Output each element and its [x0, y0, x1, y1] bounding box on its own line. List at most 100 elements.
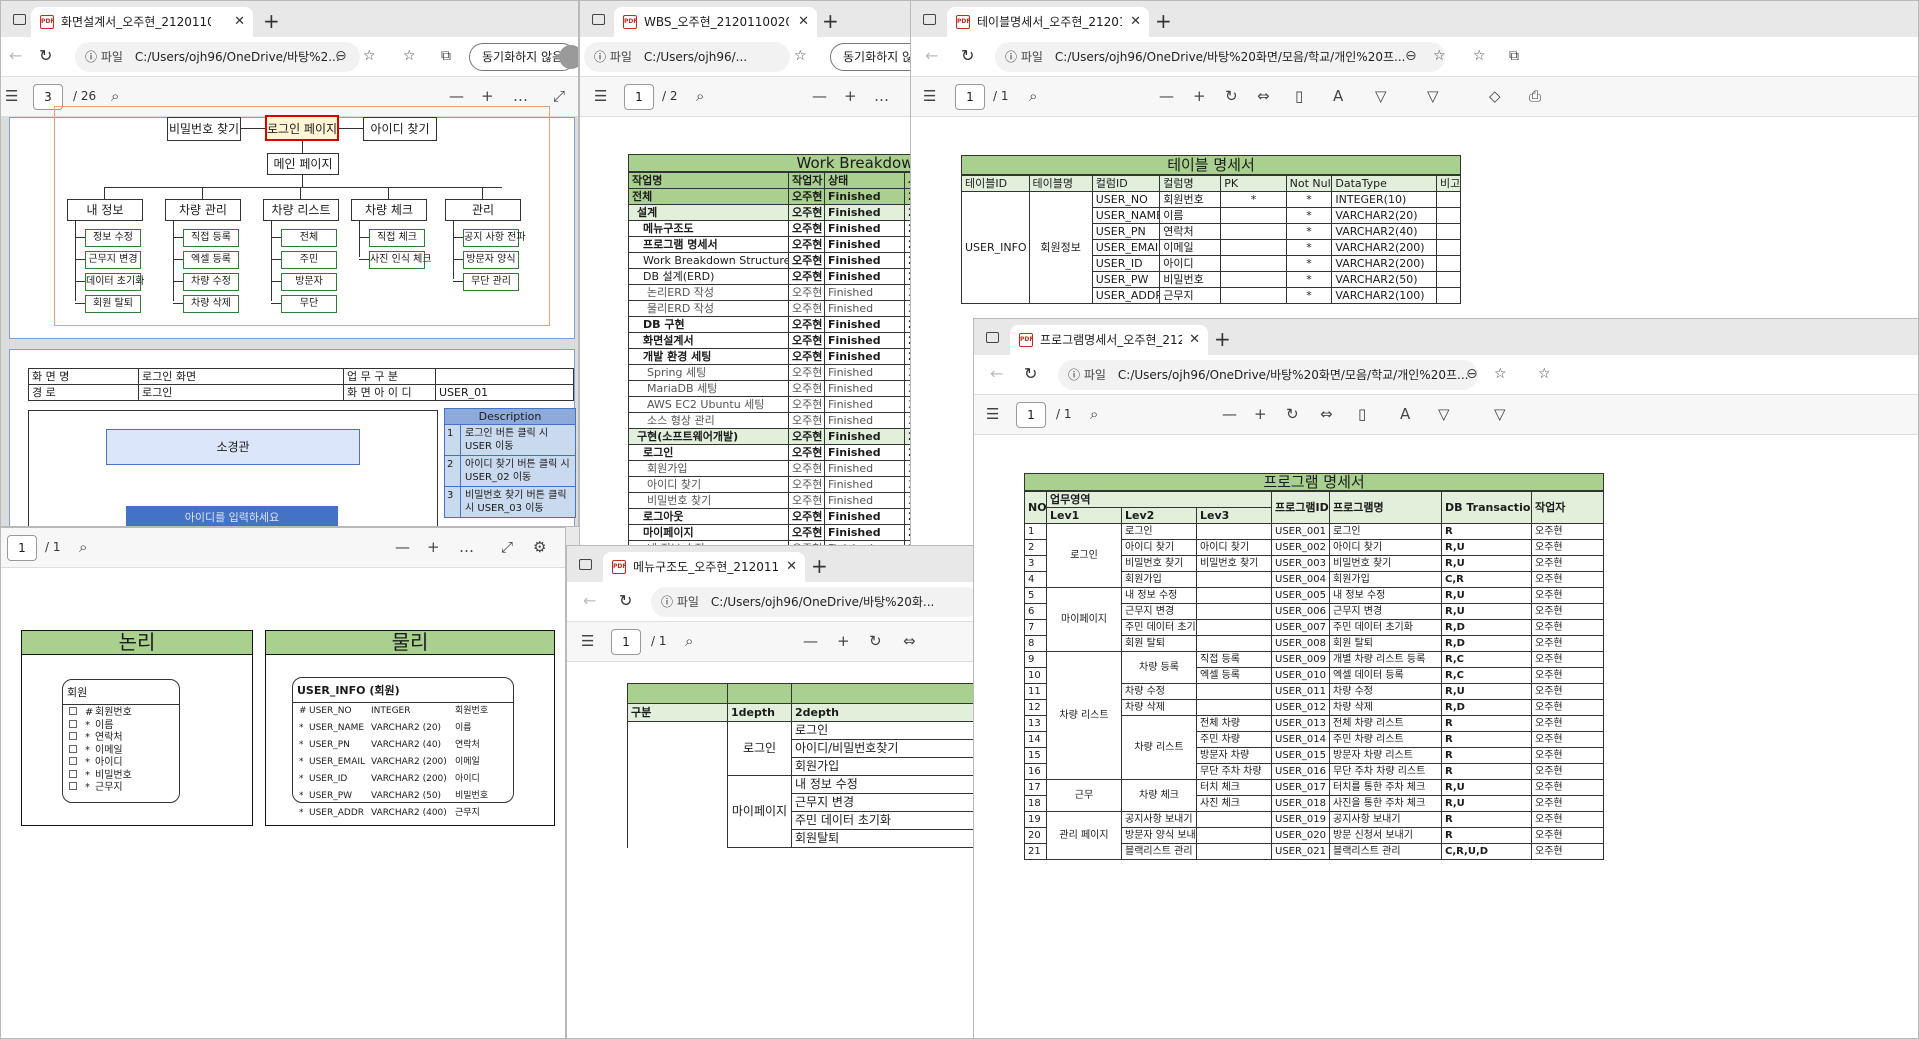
search-icon[interactable]: ⌕	[79, 538, 87, 556]
close-icon[interactable]: ✕	[1189, 325, 1200, 355]
tab-actions-icon[interactable]	[13, 14, 26, 25]
search-icon[interactable]: ⌕	[685, 632, 693, 650]
tab-screen-design[interactable]: PDF 화면설계서_오주현_2120110020... ✕	[31, 7, 253, 37]
url-input[interactable]: ⓘ 파일 C:/Users/ojh96/OneDrive/바탕%20화면/모음/학…	[1058, 360, 1478, 390]
zoom-out-icon[interactable]: —	[395, 538, 410, 556]
zoom-in-icon[interactable]: +	[481, 87, 494, 105]
collections-icon[interactable]: ⧉	[441, 48, 451, 64]
fit-page-icon[interactable]: ⇔	[1320, 405, 1333, 423]
sync-button[interactable]: 동기화하지 않음	[830, 43, 910, 71]
window-erd: 1 / 1 ⌕ — + … ⤢ ⚙ 논리 회원 # 회원번호 * 이름 * 연락처 * 이메일…	[0, 527, 566, 1039]
two-page-icon[interactable]: ▯	[1295, 87, 1303, 105]
zoom-out-icon[interactable]: —	[1222, 405, 1237, 423]
tab-table-spec[interactable]: PDF 테이블명세서_오주현_2120110020... ✕	[947, 7, 1149, 37]
back-icon[interactable]: ←	[9, 46, 22, 65]
new-tab-icon[interactable]: +	[1155, 7, 1172, 35]
page-number-input[interactable]: 1	[624, 84, 654, 110]
rotate-icon[interactable]: ↻	[869, 632, 882, 650]
tab-menu-structure[interactable]: PDF 메뉴구조도_오주현_2120110020... ✕	[603, 552, 805, 582]
close-icon[interactable]: ✕	[234, 7, 245, 37]
favorite-add-icon[interactable]: ☆	[363, 48, 376, 64]
zoom-in-icon[interactable]: +	[844, 87, 857, 105]
search-icon[interactable]: ⌕	[696, 87, 704, 105]
settings-icon[interactable]: ⚙	[533, 538, 546, 556]
zoom-icon[interactable]: ⊖	[1405, 48, 1417, 64]
fullscreen-icon[interactable]: ⤢	[501, 538, 513, 556]
new-tab-icon[interactable]: +	[822, 7, 839, 35]
favorite-add-icon[interactable]: ☆	[794, 48, 807, 64]
zoom-in-icon[interactable]: +	[1193, 87, 1206, 105]
zoom-out-icon[interactable]: —	[1159, 87, 1174, 105]
new-tab-icon[interactable]: +	[811, 552, 828, 580]
page-number-input[interactable]: 1	[955, 84, 985, 110]
tab-actions-icon[interactable]	[579, 559, 592, 570]
zoom-in-icon[interactable]: +	[427, 538, 440, 556]
search-icon[interactable]: ⌕	[1090, 405, 1098, 423]
fit-page-icon[interactable]: ⇔	[903, 632, 916, 650]
url-input[interactable]: ⓘ 파일 C:/Users/ojh96/OneDrive/바탕%20화면/모음/학…	[995, 42, 1445, 72]
page-number-input[interactable]: 1	[1016, 402, 1046, 428]
table-row: 개발 환경 세팅오주현Finished2	[628, 348, 910, 365]
contents-icon[interactable]: ☰	[923, 87, 936, 105]
refresh-icon[interactable]: ↻	[1024, 364, 1037, 383]
read-aloud-icon[interactable]: A	[1333, 87, 1343, 105]
fullscreen-icon[interactable]: ⤢	[553, 87, 565, 105]
favorites-icon[interactable]: ☆	[1473, 48, 1486, 64]
page-number-input[interactable]: 1	[7, 535, 37, 561]
search-icon[interactable]: ⌕	[111, 87, 119, 105]
refresh-icon[interactable]: ↻	[619, 591, 632, 610]
page-number-input[interactable]: 1	[611, 629, 641, 655]
close-icon[interactable]: ✕	[1130, 7, 1141, 37]
rotate-icon[interactable]: ↻	[1225, 87, 1238, 105]
more-icon[interactable]: …	[513, 87, 528, 105]
zoom-icon[interactable]: ⊖	[1466, 366, 1478, 382]
new-tab-icon[interactable]: +	[1214, 325, 1231, 353]
print-icon[interactable]: ⎙	[1529, 87, 1541, 105]
url-input[interactable]: ⓘ 파일 C:/Users/ojh96/OneDrive/바탕%2...	[75, 42, 360, 72]
window-screen-design: PDF 화면설계서_오주현_2120110020... ✕ + ← ↻ ⓘ 파일…	[0, 0, 579, 527]
zoom-icon[interactable]: ⊖	[335, 48, 347, 64]
avatar[interactable]	[559, 45, 578, 69]
favorites-icon[interactable]: ☆	[403, 48, 416, 64]
highlight-icon[interactable]: ▽	[1494, 405, 1506, 423]
tab-program-spec[interactable]: PDF 프로그램명세서_오주현_2120110... ✕	[1010, 325, 1208, 355]
tab-actions-icon[interactable]	[986, 332, 999, 343]
zoom-in-icon[interactable]: +	[837, 632, 850, 650]
contents-icon[interactable]: ☰	[5, 87, 18, 105]
new-tab-icon[interactable]: +	[263, 7, 280, 35]
tab-actions-icon[interactable]	[592, 14, 605, 25]
zoom-out-icon[interactable]: —	[449, 87, 464, 105]
favorite-add-icon[interactable]: ☆	[1433, 48, 1446, 64]
erase-icon[interactable]: ◇	[1489, 87, 1501, 105]
zoom-in-icon[interactable]: +	[1254, 405, 1267, 423]
contents-icon[interactable]: ☰	[986, 405, 999, 423]
back-icon[interactable]: ←	[583, 591, 596, 610]
tab-wbs[interactable]: PDF WBS_오주현_2120110020.pdf ✕	[614, 7, 817, 37]
zoom-out-icon[interactable]: —	[803, 632, 818, 650]
search-icon[interactable]: ⌕	[1029, 87, 1037, 105]
tab-actions-icon[interactable]	[923, 14, 936, 25]
more-icon[interactable]: …	[874, 87, 889, 105]
back-icon[interactable]: ←	[925, 46, 938, 65]
draw-icon[interactable]: ▽	[1375, 87, 1387, 105]
url-input[interactable]: ⓘ 파일 C:/Users/ojh96/OneDrive/바탕%20화...	[651, 587, 975, 617]
fit-page-icon[interactable]: ⇔	[1257, 87, 1270, 105]
highlight-icon[interactable]: ▽	[1427, 87, 1439, 105]
two-page-icon[interactable]: ▯	[1358, 405, 1366, 423]
contents-icon[interactable]: ☰	[581, 632, 594, 650]
refresh-icon[interactable]: ↻	[961, 46, 974, 65]
close-icon[interactable]: ✕	[786, 552, 797, 582]
draw-icon[interactable]: ▽	[1438, 405, 1450, 423]
favorites-icon[interactable]: ☆	[1538, 366, 1551, 382]
back-icon[interactable]: ←	[990, 364, 1003, 383]
close-icon[interactable]: ✕	[798, 7, 809, 37]
url-input[interactable]: ⓘ 파일 C:/Users/ojh96/...	[584, 42, 790, 72]
collections-icon[interactable]: ⧉	[1509, 48, 1519, 64]
refresh-icon[interactable]: ↻	[39, 46, 52, 65]
zoom-out-icon[interactable]: —	[812, 87, 827, 105]
rotate-icon[interactable]: ↻	[1286, 405, 1299, 423]
read-aloud-icon[interactable]: A	[1400, 405, 1410, 423]
contents-icon[interactable]: ☰	[594, 87, 607, 105]
more-icon[interactable]: …	[459, 538, 474, 556]
favorite-add-icon[interactable]: ☆	[1494, 366, 1507, 382]
